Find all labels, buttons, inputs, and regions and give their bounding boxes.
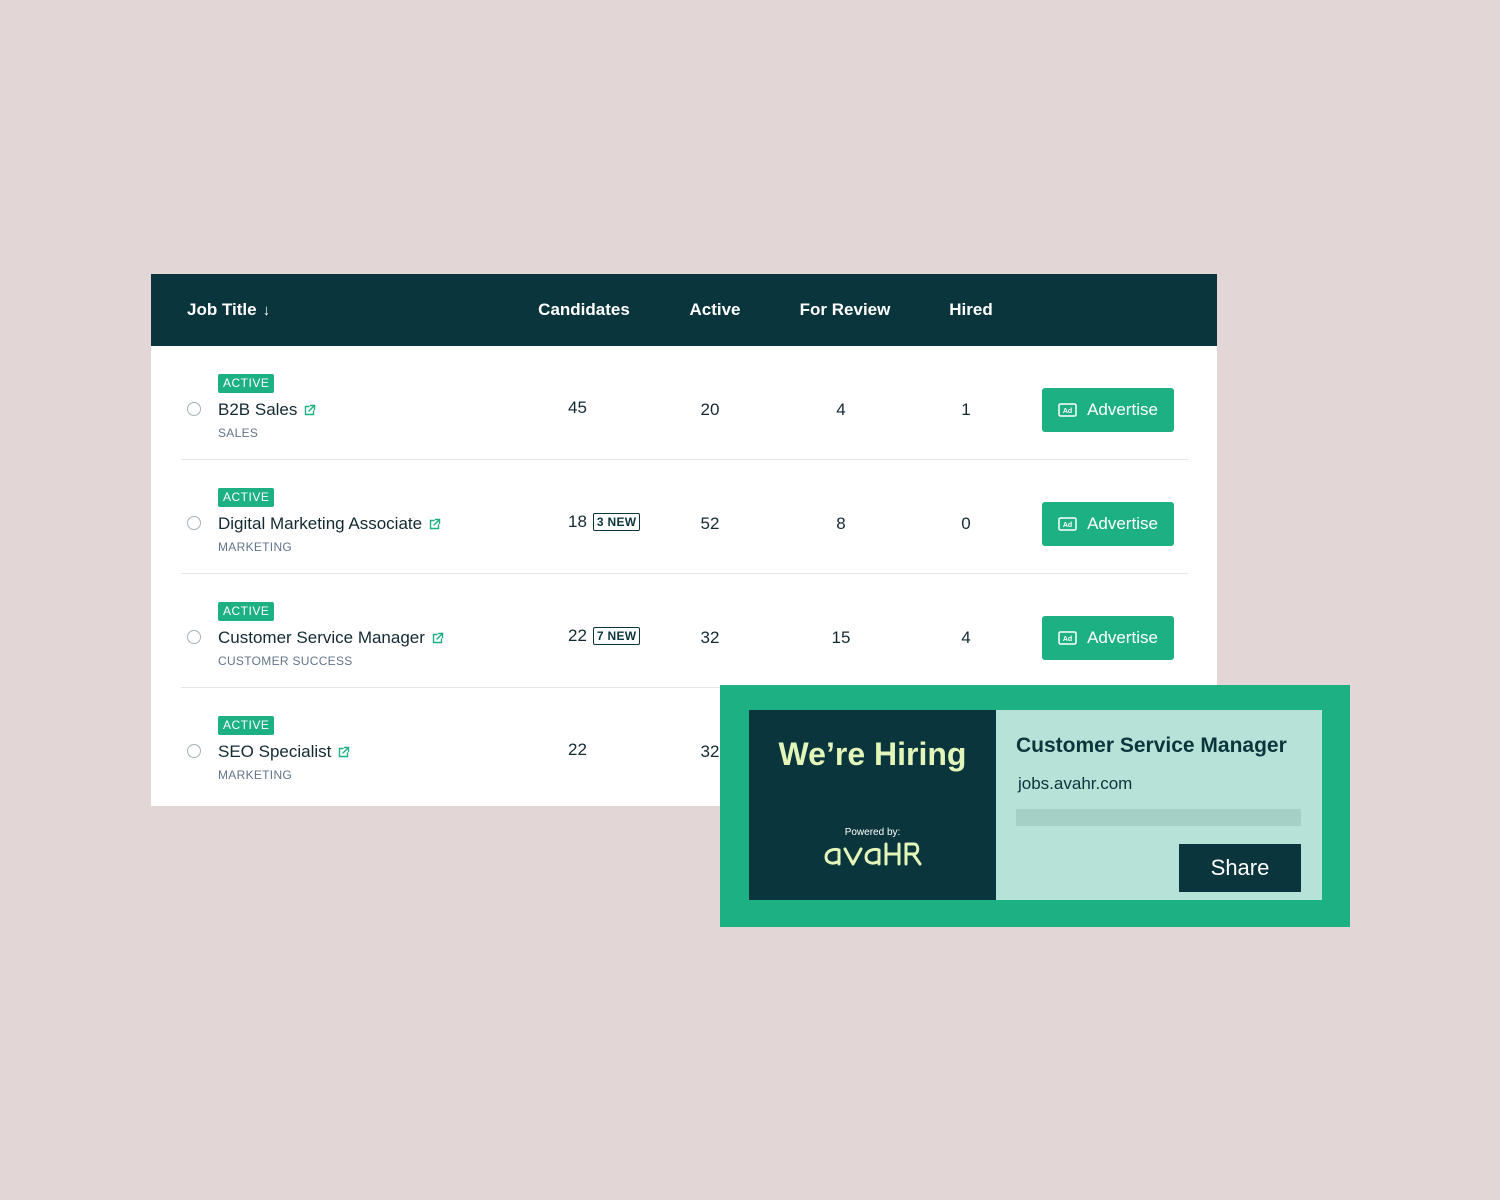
- department-label: CUSTOMER SUCCESS: [218, 654, 353, 668]
- share-button[interactable]: Share: [1179, 844, 1301, 892]
- active-count: 32: [700, 742, 720, 761]
- avahr-logo: [749, 840, 996, 875]
- candidates-cell: 22 7 NEW: [568, 626, 641, 646]
- active-count: 32: [700, 628, 720, 647]
- ad-icon: Ad: [1058, 403, 1077, 417]
- job-title-link[interactable]: Customer Service Manager: [218, 628, 444, 648]
- status-badge: ACTIVE: [218, 602, 275, 621]
- ad-icon: Ad: [1058, 631, 1077, 645]
- arrow-down-icon: ↓: [262, 301, 271, 319]
- external-link-icon[interactable]: [428, 518, 441, 531]
- status-badge: ACTIVE: [218, 374, 275, 393]
- external-link-icon[interactable]: [431, 632, 444, 645]
- advertise-label: Advertise: [1087, 400, 1158, 419]
- external-link-icon[interactable]: [303, 404, 316, 417]
- header-active[interactable]: Active: [689, 274, 740, 346]
- candidates-cell: 45: [568, 398, 587, 418]
- advertise-button[interactable]: Ad Advertise: [1042, 388, 1174, 432]
- new-candidates-badge[interactable]: 7 NEW: [592, 627, 641, 645]
- hired-count: 0: [961, 514, 971, 533]
- banner-job-url[interactable]: jobs.avahr.com: [1018, 774, 1132, 794]
- table-row[interactable]: ACTIVE Customer Service Manager CUSTOMER S…: [181, 574, 1188, 688]
- advertise-label: Advertise: [1087, 628, 1158, 647]
- header-job-title[interactable]: Job Title ↓: [187, 274, 270, 346]
- job-title-text: Customer Service Manager: [218, 628, 425, 647]
- candidates-cell: 22: [568, 740, 587, 760]
- banner-headline: We’re Hiring: [778, 736, 967, 772]
- status-badge: ACTIVE: [218, 716, 275, 735]
- svg-text:Ad: Ad: [1063, 408, 1072, 415]
- for-review-count: 4: [836, 400, 846, 419]
- job-title-text: Digital Marketing Associate: [218, 514, 423, 533]
- table-row[interactable]: ACTIVE Digital Marketing Associate MARKETI…: [181, 460, 1188, 574]
- banner-job-panel: Customer Service Manager jobs.avahr.com …: [996, 710, 1322, 900]
- hired-count: 4: [961, 628, 971, 647]
- hiring-banner: We’re Hiring Powered by: Customer Servic…: [720, 685, 1350, 927]
- candidates-count: 45: [568, 398, 587, 417]
- advertise-button[interactable]: Ad Advertise: [1042, 616, 1174, 660]
- department-label: MARKETING: [218, 768, 293, 782]
- candidates-count: 18: [568, 512, 587, 531]
- for-review-count: 8: [836, 514, 846, 533]
- row-select-radio[interactable]: [187, 744, 201, 758]
- avahr-logo-icon: [824, 842, 921, 866]
- active-count: 52: [700, 514, 720, 533]
- external-link-icon[interactable]: [337, 746, 350, 759]
- department-label: MARKETING: [218, 540, 293, 554]
- svg-text:Ad: Ad: [1063, 636, 1072, 643]
- new-candidates-badge[interactable]: 3 NEW: [592, 513, 641, 531]
- powered-by-label: Powered by:: [844, 827, 901, 838]
- header-hired[interactable]: Hired: [949, 274, 992, 346]
- for-review-count: 15: [831, 628, 851, 647]
- table-row[interactable]: ACTIVE B2B Sales SALES 45 20 4 1 Ad Advertise: [181, 346, 1188, 460]
- row-select-radio[interactable]: [187, 516, 201, 530]
- header-candidates[interactable]: Candidates: [538, 274, 630, 346]
- status-badge: ACTIVE: [218, 488, 275, 507]
- candidates-cell: 18 3 NEW: [568, 512, 641, 532]
- job-title-text: B2B Sales: [218, 400, 298, 419]
- svg-text:Ad: Ad: [1063, 522, 1072, 529]
- header-for-review[interactable]: For Review: [800, 274, 891, 346]
- advertise-label: Advertise: [1087, 514, 1158, 533]
- ad-icon: Ad: [1058, 517, 1077, 531]
- banner-job-title: Customer Service Manager: [1016, 734, 1287, 757]
- table-header: Job Title ↓ Candidates Active For Review…: [151, 274, 1217, 346]
- banner-placeholder-bar: [1016, 809, 1301, 826]
- active-count: 20: [700, 400, 720, 419]
- hired-count: 1: [961, 400, 971, 419]
- department-label: SALES: [218, 426, 259, 440]
- banner-brand-panel: We’re Hiring Powered by:: [749, 710, 996, 900]
- job-title-link[interactable]: SEO Specialist: [218, 742, 350, 762]
- row-select-radio[interactable]: [187, 402, 201, 416]
- job-title-link[interactable]: Digital Marketing Associate: [218, 514, 441, 534]
- job-title-link[interactable]: B2B Sales: [218, 400, 316, 420]
- row-select-radio[interactable]: [187, 630, 201, 644]
- job-title-text: SEO Specialist: [218, 742, 332, 761]
- candidates-count: 22: [568, 740, 587, 759]
- candidates-count: 22: [568, 626, 587, 645]
- advertise-button[interactable]: Ad Advertise: [1042, 502, 1174, 546]
